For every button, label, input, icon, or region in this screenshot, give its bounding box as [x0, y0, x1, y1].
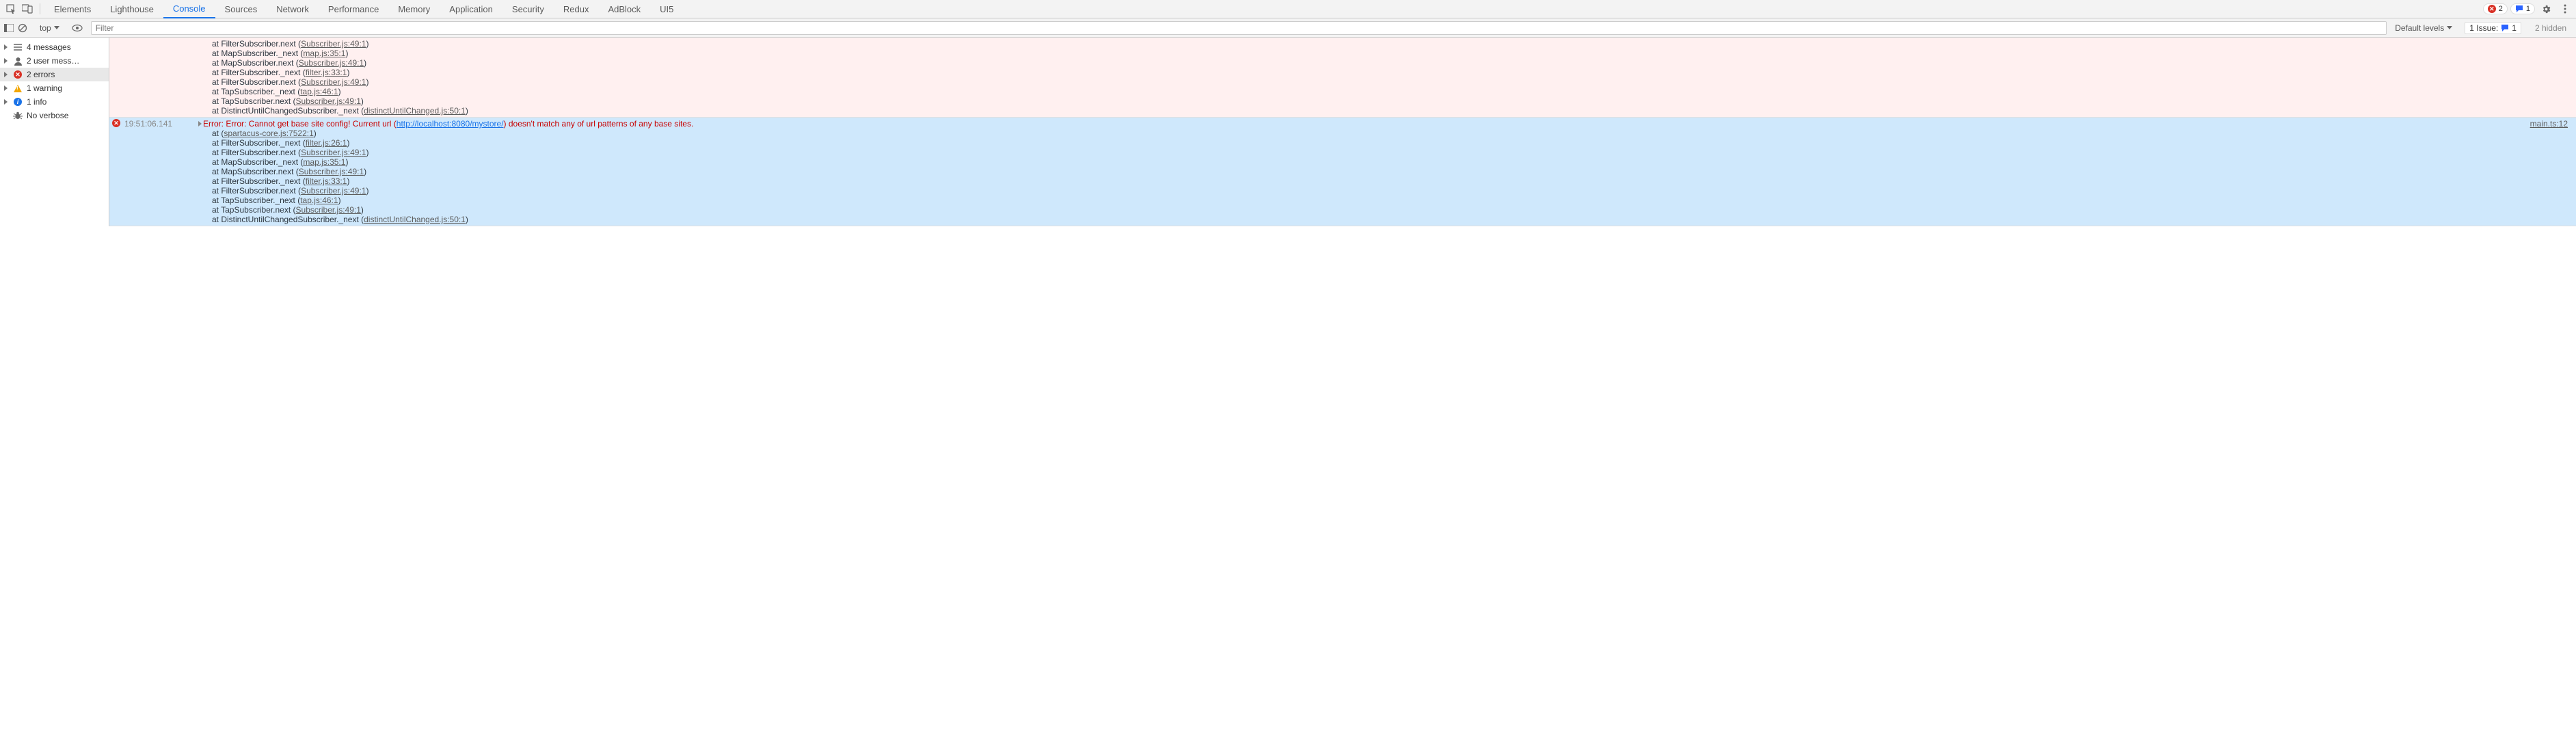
source-link[interactable]: Subscriber.js:49:1 [301, 39, 366, 49]
expand-arrow-icon [4, 72, 8, 77]
url-link[interactable]: http://localhost:8080/mystore/ [397, 119, 504, 129]
source-link[interactable]: filter.js:26:1 [306, 138, 347, 148]
more-icon[interactable] [2557, 1, 2573, 17]
console-log-area: at FilterSubscriber.next (Subscriber.js:… [109, 38, 2576, 226]
source-link[interactable]: filter.js:33:1 [306, 176, 347, 186]
stack-frame: at TapSubscriber._next (tap.js:46:1) [198, 87, 2573, 96]
source-link[interactable]: Subscriber.js:49:1 [299, 58, 364, 68]
sidebar-item-label: 2 errors [27, 70, 55, 79]
tab-redux[interactable]: Redux [554, 0, 599, 18]
issues-button[interactable]: 1 Issue: 1 [2465, 22, 2521, 34]
inspect-icon[interactable] [3, 1, 19, 17]
source-link[interactable]: distinctUntilChanged.js:50:1 [364, 106, 466, 116]
devtools-tab-bar: ElementsLighthouseConsoleSourcesNetworkP… [0, 0, 2576, 18]
info-icon: i [13, 97, 23, 107]
sidebar-item-bug[interactable]: No verbose [0, 109, 109, 122]
source-link[interactable]: main.ts:12 [2530, 119, 2573, 129]
error-message: Error: Error: Cannot get base site confi… [203, 119, 693, 129]
sidebar-item-label: 1 info [27, 97, 46, 107]
user-icon [13, 56, 23, 66]
tab-lighthouse[interactable]: Lighthouse [100, 0, 163, 18]
message-count-pill[interactable]: 1 [2510, 3, 2535, 14]
filter-input[interactable] [91, 21, 2387, 35]
sidebar-item-error[interactable]: ✕ 2 errors [0, 68, 109, 81]
source-link[interactable]: Subscriber.js:49:1 [301, 186, 366, 196]
error-icon: ✕ [13, 70, 23, 79]
expand-arrow-icon [4, 58, 8, 64]
source-link[interactable]: Subscriber.js:49:1 [296, 96, 361, 106]
stack-frame: at FilterSubscriber.next (Subscriber.js:… [198, 77, 2573, 87]
warning-icon [13, 83, 23, 93]
log-levels-selector[interactable]: Default levels [2391, 23, 2456, 33]
stack-frame: at FilterSubscriber._next (filter.js:33:… [198, 176, 2573, 186]
hidden-count[interactable]: 2 hidden [2530, 23, 2572, 33]
context-selector[interactable]: top [36, 23, 64, 33]
stack-frame: at MapSubscriber._next (map.js:35:1) [198, 157, 2573, 167]
sidebar-item-info[interactable]: i 1 info [0, 95, 109, 109]
source-link[interactable]: spartacus-core.js:7522:1 [224, 129, 313, 138]
stack-frame: at DistinctUntilChangedSubscriber._next … [198, 215, 2573, 224]
tab-console[interactable]: Console [163, 0, 215, 18]
stack-frame: at FilterSubscriber._next (filter.js:26:… [198, 138, 2573, 148]
tab-memory[interactable]: Memory [388, 0, 440, 18]
sidebar-item-messages[interactable]: 4 messages [0, 40, 109, 54]
tab-security[interactable]: Security [502, 0, 554, 18]
stack-frame: at MapSubscriber._next (map.js:35:1) [198, 49, 2573, 58]
stack-frame: at FilterSubscriber._next (filter.js:33:… [198, 68, 2573, 77]
source-link[interactable]: Subscriber.js:49:1 [301, 77, 366, 87]
tab-network[interactable]: Network [267, 0, 319, 18]
clear-console-icon[interactable] [18, 23, 27, 33]
tab-sources[interactable]: Sources [215, 0, 267, 18]
source-link[interactable]: tap.js:46:1 [300, 196, 338, 205]
sidebar-item-label: 1 warning [27, 83, 62, 93]
sidebar-item-label: No verbose [27, 111, 68, 120]
source-link[interactable]: Subscriber.js:49:1 [301, 148, 366, 157]
tab-performance[interactable]: Performance [319, 0, 388, 18]
sidebar-item-label: 2 user mess… [27, 56, 79, 66]
tab-elements[interactable]: Elements [44, 0, 100, 18]
source-link[interactable]: tap.js:46:1 [300, 87, 338, 96]
stack-frame: at MapSubscriber.next (Subscriber.js:49:… [198, 167, 2573, 176]
tab-adblock[interactable]: AdBlock [598, 0, 650, 18]
expand-arrow-icon [4, 99, 8, 105]
stack-frame: at TapSubscriber.next (Subscriber.js:49:… [198, 96, 2573, 106]
stack-frame: at FilterSubscriber.next (Subscriber.js:… [198, 148, 2573, 157]
source-link[interactable]: Subscriber.js:49:1 [296, 205, 361, 215]
device-toggle-icon[interactable] [19, 1, 36, 17]
bug-icon [13, 111, 23, 120]
source-link[interactable]: distinctUntilChanged.js:50:1 [364, 215, 466, 224]
console-toolbar: top Default levels 1 Issue: 1 2 hidden [0, 18, 2576, 38]
log-entry[interactable]: at FilterSubscriber.next (Subscriber.js:… [109, 38, 2576, 118]
stack-frame: at DistinctUntilChangedSubscriber._next … [198, 106, 2573, 116]
expand-arrow-icon [4, 44, 8, 50]
stack-frame: at TapSubscriber.next (Subscriber.js:49:… [198, 205, 2573, 215]
source-link[interactable]: Subscriber.js:49:1 [299, 167, 364, 176]
sidebar-toggle-icon[interactable] [4, 24, 14, 32]
source-link[interactable]: map.js:35:1 [303, 49, 345, 58]
expand-arrow-icon[interactable] [198, 121, 202, 126]
timestamp: 19:51:06.141 [124, 119, 172, 129]
messages-icon [13, 42, 23, 52]
stack-frame: at FilterSubscriber.next (Subscriber.js:… [198, 39, 2573, 49]
stack-frame: at (spartacus-core.js:7522:1) [198, 129, 2573, 138]
sidebar-item-user[interactable]: 2 user mess… [0, 54, 109, 68]
error-icon: ✕ [112, 119, 120, 127]
tab-ui5[interactable]: UI5 [650, 0, 683, 18]
error-count-pill[interactable]: ✕2 [2483, 3, 2508, 14]
stack-frame: at TapSubscriber._next (tap.js:46:1) [198, 196, 2573, 205]
settings-icon[interactable] [2538, 1, 2554, 17]
live-expression-icon[interactable] [72, 24, 83, 32]
tab-application[interactable]: Application [440, 0, 502, 18]
stack-frame: at MapSubscriber.next (Subscriber.js:49:… [198, 58, 2573, 68]
stack-frame: at FilterSubscriber.next (Subscriber.js:… [198, 186, 2573, 196]
source-link[interactable]: filter.js:33:1 [306, 68, 347, 77]
log-entry[interactable]: ✕ 19:51:06.141 main.ts:12 Error: Error: Can… [109, 118, 2576, 226]
console-sidebar: 4 messages 2 user mess… ✕ 2 errors 1 warning… [0, 38, 109, 226]
expand-arrow-icon [4, 85, 8, 91]
sidebar-item-warn[interactable]: 1 warning [0, 81, 109, 95]
source-link[interactable]: map.js:35:1 [303, 157, 345, 167]
sidebar-item-label: 4 messages [27, 42, 71, 52]
